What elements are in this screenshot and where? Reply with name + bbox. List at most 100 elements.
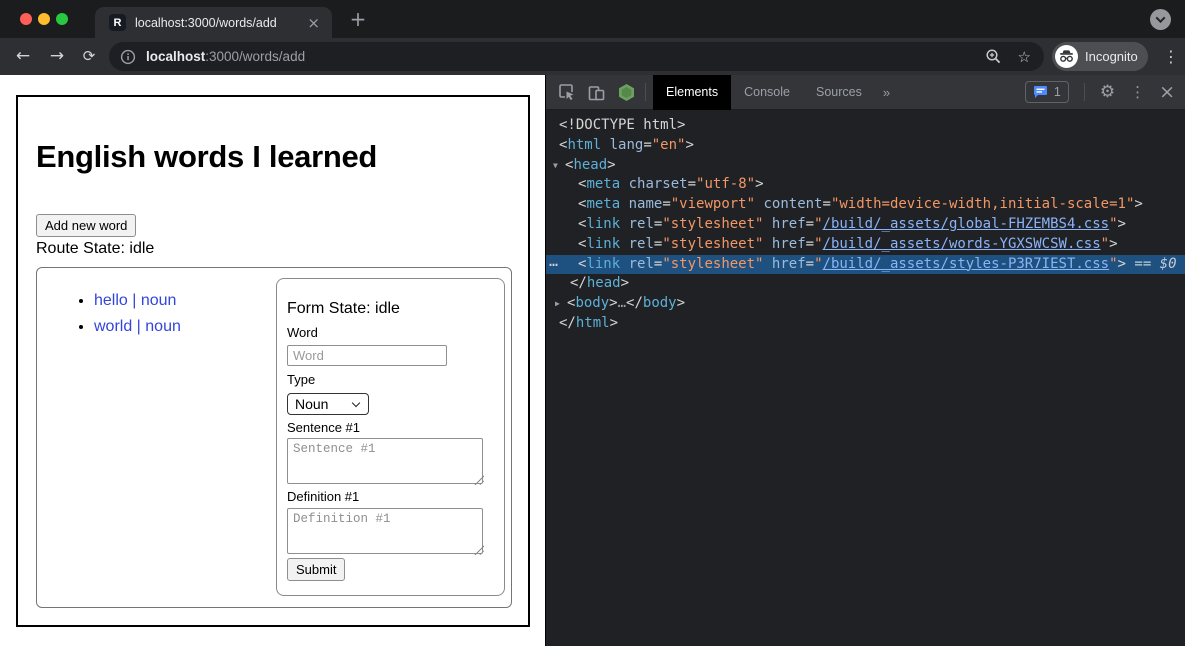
page-title: English words I learned [36, 139, 377, 175]
code-token: <!DOCTYPE html> [559, 117, 685, 133]
url-text: localhost:3000/words/add [146, 49, 305, 64]
address-bar[interactable]: localhost:3000/words/add ☆ [109, 42, 1044, 71]
definition-textarea[interactable] [287, 508, 483, 554]
code-token: = [823, 196, 831, 212]
sentence-label: Sentence #1 [287, 420, 360, 435]
dom-tree-node[interactable]: <meta name="viewport" content="width=dev… [546, 195, 1185, 215]
devtools-toolbar: Elements Console Sources » 1 ⚙ [546, 75, 1185, 110]
code-token: html [567, 137, 601, 153]
dom-tree-node[interactable]: </head> [546, 274, 1185, 294]
code-token: html [576, 315, 610, 331]
code-token: link [586, 256, 620, 272]
word-input[interactable] [287, 345, 447, 366]
dom-tree-node[interactable]: …<link rel="stylesheet" href="/build/_as… [546, 255, 1185, 275]
remix-favicon-icon: R [109, 14, 126, 31]
tab-close-icon[interactable]: × [307, 14, 320, 32]
sentence-textarea[interactable] [287, 438, 483, 484]
macos-zoom-button[interactable] [56, 13, 68, 25]
dom-tree-node[interactable]: <!DOCTYPE html> [546, 116, 1185, 136]
tab-title: localhost:3000/words/add [135, 16, 277, 30]
expand-arrow-icon[interactable]: ▼ [553, 156, 558, 176]
incognito-badge: Incognito [1052, 42, 1148, 71]
more-tabs-button[interactable]: » [875, 85, 898, 100]
code-token: content [763, 196, 822, 212]
macos-minimize-button[interactable] [38, 13, 50, 25]
devtools-panel: Elements Console Sources » 1 ⚙ [545, 75, 1185, 646]
vue-devtools-icon[interactable] [614, 80, 638, 104]
expand-arrow-icon[interactable]: ▶ [555, 294, 560, 314]
issues-button[interactable]: 1 [1025, 81, 1069, 103]
dom-tree-node[interactable]: </html> [546, 314, 1185, 334]
code-token: rel [629, 216, 654, 232]
word-list: hello | noun world | noun [61, 288, 181, 340]
code-token: > [755, 176, 763, 192]
code-token: </ [570, 275, 587, 291]
code-token: = [806, 216, 814, 232]
toolbar-divider [1084, 83, 1085, 101]
new-tab-button[interactable]: + [344, 6, 372, 34]
code-token [620, 256, 628, 272]
word-link[interactable]: world | noun [94, 318, 181, 335]
dom-tree-node[interactable]: <meta charset="utf-8"> [546, 175, 1185, 195]
forward-button[interactable]: → [44, 43, 70, 69]
type-select[interactable]: Noun [287, 393, 369, 415]
dom-tree-node[interactable]: <link rel="stylesheet" href="/build/_ass… [546, 215, 1185, 235]
tab-sources[interactable]: Sources [803, 75, 875, 110]
devtools-menu-icon[interactable]: ⋮ [1123, 83, 1152, 101]
word-link[interactable]: hello | noun [94, 292, 176, 309]
back-button[interactable]: ← [10, 43, 36, 69]
word-list-item: hello | noun [94, 288, 181, 314]
definition-label: Definition #1 [287, 489, 359, 504]
add-new-word-button[interactable]: Add new word [36, 214, 136, 237]
page-info-icon[interactable] [120, 49, 136, 65]
code-token: rel [629, 236, 654, 252]
toolbar-divider [645, 83, 646, 101]
zoom-icon[interactable] [985, 48, 1002, 65]
tab-search-button[interactable] [1150, 9, 1171, 30]
select-chevron-icon [352, 399, 360, 407]
incognito-icon [1059, 50, 1074, 63]
code-token: </ [559, 315, 576, 331]
code-token: /build/_assets/words-YGXSWCSW.css [823, 236, 1101, 252]
type-label: Type [287, 372, 315, 387]
dom-tree-node[interactable]: ▼<head> [546, 156, 1185, 176]
tab-console[interactable]: Console [731, 75, 803, 110]
reload-button[interactable]: ⟳ [76, 43, 102, 69]
macos-close-button[interactable] [20, 13, 32, 25]
tab-elements[interactable]: Elements [653, 75, 731, 110]
inspect-element-button[interactable] [554, 80, 578, 104]
dom-tree-node[interactable]: <html lang="en"> [546, 136, 1185, 156]
browser-menu-icon[interactable]: ⋮ [1163, 44, 1179, 70]
bookmark-star-icon[interactable]: ☆ [1018, 48, 1031, 66]
device-toolbar-button[interactable] [584, 80, 608, 104]
code-token [763, 256, 771, 272]
code-token: link [586, 216, 620, 232]
code-token: "utf-8" [696, 176, 755, 192]
devtools-close-icon[interactable]: × [1152, 81, 1185, 103]
code-token: "stylesheet" [662, 216, 763, 232]
code-token: charset [629, 176, 688, 192]
dom-tree-node[interactable]: <link rel="stylesheet" href="/build/_ass… [546, 235, 1185, 255]
code-token: " [814, 256, 822, 272]
dom-tree-node[interactable]: ▶<body>…</body> [546, 294, 1185, 314]
browser-tab[interactable]: R localhost:3000/words/add × [95, 7, 332, 38]
code-token: = [806, 236, 814, 252]
incognito-label: Incognito [1085, 49, 1138, 64]
code-token [763, 216, 771, 232]
settings-gear-icon[interactable]: ⚙ [1092, 82, 1123, 102]
code-token: "stylesheet" [662, 236, 763, 252]
submit-button[interactable]: Submit [287, 558, 345, 581]
code-token: = [643, 137, 651, 153]
issues-count: 1 [1054, 85, 1061, 99]
code-token: meta [586, 176, 620, 192]
code-token: > [1118, 216, 1126, 232]
code-token: href [772, 236, 806, 252]
node-overflow-icon[interactable]: … [549, 252, 557, 272]
word-form: Form State: idle Word Type Noun Sentence… [276, 278, 505, 596]
code-token [620, 176, 628, 192]
code-token: "stylesheet" [662, 256, 763, 272]
code-token: > [609, 295, 617, 311]
browser-toolbar: ← → ⟳ localhost:3000/words/add ☆ [0, 38, 1185, 75]
code-token: meta [586, 196, 620, 212]
code-token [620, 196, 628, 212]
